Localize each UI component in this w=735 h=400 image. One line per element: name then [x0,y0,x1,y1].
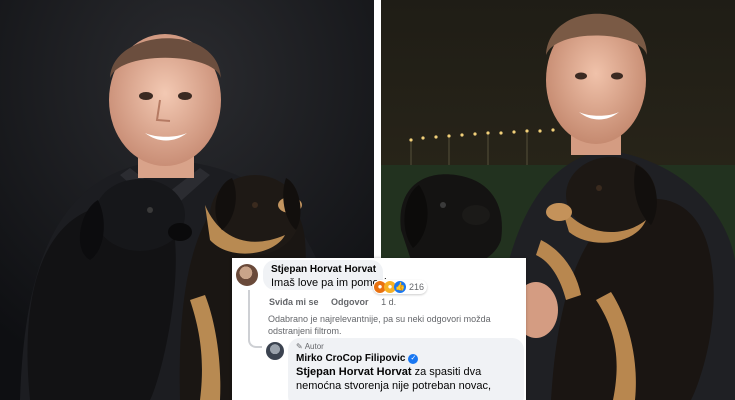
verified-icon: ✓ [408,353,419,364]
reply-author-avatar[interactable] [266,342,284,360]
filter-notice: Odabrano je najrelevantnije, pa su neki … [268,314,491,336]
reply-author[interactable]: Mirko CroCop Filipovic [296,352,405,365]
reply-thread-line [248,290,262,348]
like-button[interactable]: Sviđa mi se [269,297,319,307]
reply-bubble: ✎ Autor Mirko CroCop Filipovic ✓ Stjepan… [288,338,524,400]
comment-timestamp[interactable]: 1 d. [381,297,396,307]
comment-author[interactable]: Stjepan Horvat Horvat [271,264,376,276]
pencil-icon: ✎ [296,342,303,351]
reply-author-row: Mirko CroCop Filipovic ✓ [296,352,516,365]
like-icon: 👍 [394,281,406,293]
comment-bubble: Stjepan Horvat Horvat Imaš love pa im po… [263,260,387,290]
facebook-comment-card: Stjepan Horvat Horvat Imaš love pa im po… [232,258,526,400]
reply-text: Stjepan Horvat Horvat za spasiti dva nem… [296,365,516,393]
reaction-count: 216 [409,282,425,292]
comment-reactions[interactable]: ● ● 👍 216 [373,280,428,294]
reply-button[interactable]: Odgovor [331,297,369,307]
author-badge-label: Autor [304,342,324,351]
author-badge: ✎ Autor [296,342,516,352]
comment-actions: Sviđa mi se Odgovor 1 d. [269,297,406,307]
comment-text: Imaš love pa im pomozi [271,277,387,289]
reply-mention[interactable]: Stjepan Horvat Horvat [296,366,412,378]
commenter-avatar[interactable] [236,264,258,286]
